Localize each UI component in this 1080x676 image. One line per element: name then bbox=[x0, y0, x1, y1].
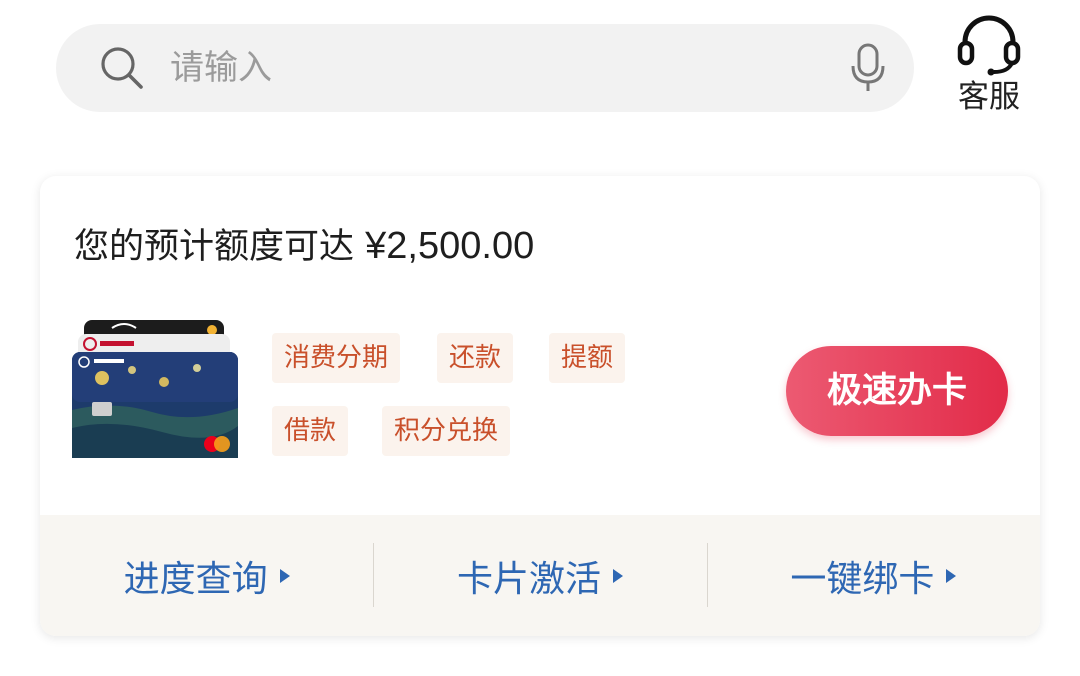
credit-card-panel: 您的预计额度可达 ¥2,500.00 消费分期 还款 提额 借款 积分兑换 极速… bbox=[40, 176, 1040, 636]
progress-query-link[interactable]: 进度查询 bbox=[40, 515, 373, 636]
customer-service-label: 客服 bbox=[958, 79, 1020, 115]
tag-raise-limit[interactable]: 提额 bbox=[549, 333, 626, 383]
bind-card-link[interactable]: 一键绑卡 bbox=[706, 515, 1040, 636]
estimated-limit-label: 您的预计额度可达 bbox=[74, 227, 355, 267]
quick-apply-card-button[interactable]: 极速办卡 bbox=[786, 346, 1008, 436]
triangle-right-icon bbox=[946, 568, 957, 583]
tag-repayment[interactable]: 还款 bbox=[437, 333, 514, 383]
credit-card-image bbox=[72, 320, 238, 458]
quick-actions-bar: 进度查询 卡片激活 一键绑卡 bbox=[40, 515, 1040, 636]
progress-query-label: 进度查询 bbox=[123, 558, 268, 600]
card-activation-link[interactable]: 卡片激活 bbox=[373, 515, 706, 636]
card-activation-label: 卡片激活 bbox=[456, 558, 601, 600]
headset-icon bbox=[957, 15, 1021, 76]
bind-card-label: 一键绑卡 bbox=[790, 558, 935, 600]
tag-installment[interactable]: 消费分期 bbox=[272, 333, 401, 383]
search-input[interactable] bbox=[170, 24, 810, 112]
customer-service-button[interactable]: 客服 bbox=[950, 12, 1028, 116]
triangle-right-icon bbox=[613, 568, 623, 583]
estimated-limit: 您的预计额度可达 ¥2,500.00 bbox=[74, 224, 534, 269]
tag-loan[interactable]: 借款 bbox=[272, 406, 349, 456]
search-icon bbox=[101, 47, 143, 89]
microphone-icon[interactable] bbox=[848, 42, 888, 94]
triangle-right-icon bbox=[279, 568, 290, 583]
search-bar[interactable] bbox=[56, 24, 914, 112]
estimated-limit-amount: ¥2,500.00 bbox=[365, 225, 535, 267]
tag-points-redeem[interactable]: 积分兑换 bbox=[382, 406, 511, 456]
